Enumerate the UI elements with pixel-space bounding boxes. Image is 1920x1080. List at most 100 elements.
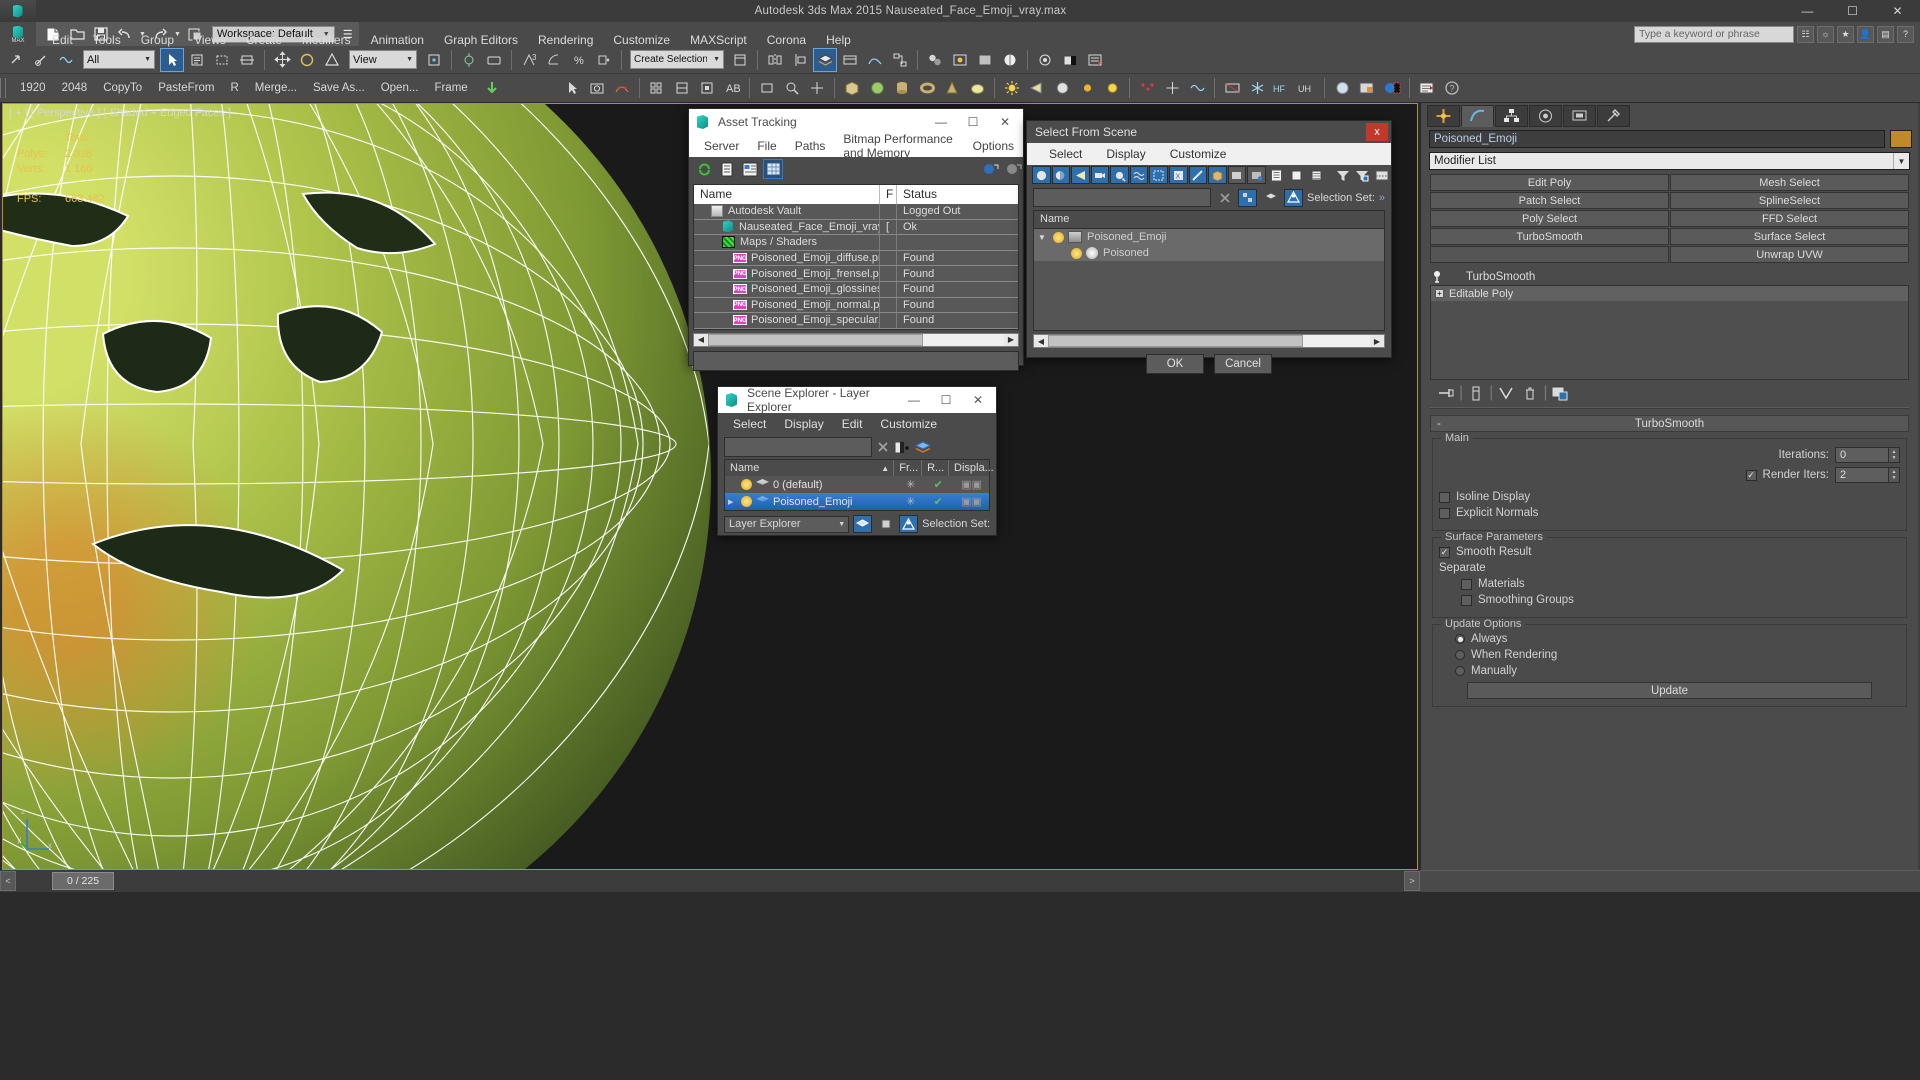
modifier-button-ffd-select[interactable]: FFD Select [1670, 210, 1909, 227]
se-row-frozen[interactable]: ✳ [894, 478, 922, 491]
se-grid-icon[interactable] [876, 515, 895, 533]
asset-table-row[interactable]: PNG Poisoned_Emoji_glossiness.png Found [694, 281, 1018, 298]
menu-modifiers[interactable]: Modifiers [292, 30, 361, 50]
list-view-icon[interactable] [717, 159, 737, 179]
se-row-display[interactable]: ▣▣ [949, 495, 989, 508]
select-and-rotate-icon[interactable] [295, 48, 319, 72]
update-when-rendering-row[interactable]: When Rendering [1455, 649, 1900, 661]
se-table-row[interactable]: 0 (default) ✳ ✔ ▣▣ [725, 476, 989, 493]
check-out-icon[interactable] [980, 159, 1000, 179]
modifier-button-unwrap-uvw[interactable]: Unwrap UVW [1670, 246, 1909, 263]
align-tools-icon[interactable] [670, 76, 694, 100]
display-bones-icon[interactable] [1188, 166, 1208, 184]
display-hidden-icon[interactable] [1247, 166, 1266, 184]
turbosmooth-collapse-icon[interactable]: - [1437, 418, 1441, 430]
sfs-menu-customize[interactable]: Customize [1158, 147, 1239, 161]
mirror-icon[interactable] [763, 48, 787, 72]
tab-motion[interactable] [1529, 105, 1562, 127]
se-layers-icon[interactable] [915, 440, 931, 454]
sfs-selection-set-icon[interactable] [1284, 188, 1303, 207]
stack-expand-icon[interactable]: + [1435, 289, 1444, 298]
se-column-display[interactable]: Displa... [949, 460, 994, 476]
se-row-render[interactable]: ✔ [922, 478, 949, 491]
teapot-primitive-icon[interactable] [965, 76, 989, 100]
se-menu-select[interactable]: Select [724, 417, 775, 431]
help-viewport-icon[interactable]: ? [1440, 76, 1464, 100]
smoothing-groups-checkbox[interactable] [1461, 594, 1472, 606]
asset-table-hscrollbar[interactable]: ◀ ▶ [693, 332, 1019, 347]
strip-open[interactable]: Open... [373, 82, 427, 94]
bind-to-space-warp-icon[interactable] [54, 48, 78, 72]
time-slider-next-button[interactable]: > [1404, 871, 1420, 891]
modifier-list-dropdown[interactable]: Modifier List ▼ [1429, 152, 1910, 170]
display-helpers-icon[interactable] [1110, 166, 1129, 184]
angle-snap-toggle-icon[interactable] [542, 48, 566, 72]
scene-explorer-dialog[interactable]: Scene Explorer - Layer Explorer — ☐ ✕ Se… [717, 386, 997, 536]
strip-merge[interactable]: Merge... [247, 82, 305, 94]
display-lights-icon[interactable] [1071, 166, 1090, 184]
update-manually-row[interactable]: Manually [1455, 665, 1900, 677]
asset-table-row[interactable]: PNG Poisoned_Emoji_frensel.png Found [694, 266, 1018, 282]
filter-funnel-icon[interactable] [1333, 166, 1352, 184]
sfs-column-name[interactable]: Name [1034, 211, 1384, 229]
render-iters-stepper[interactable]: 2 ▲ ▼ [1835, 467, 1900, 483]
viewport-label[interactable]: [ + ] [ Perspective ] [ Shaded + Edged F… [9, 107, 231, 119]
tab-hierarchy[interactable] [1495, 105, 1528, 127]
menu-create[interactable]: Create [236, 30, 292, 50]
modifier-button-surface-select[interactable]: Surface Select [1670, 228, 1909, 245]
space-warp-icon[interactable] [1185, 76, 1209, 100]
sfs-expander-icon[interactable]: ▼ [1038, 233, 1049, 242]
infocenter-icon[interactable]: ☷ [1797, 25, 1814, 43]
object-name-field[interactable]: Poisoned_Emoji [1429, 130, 1885, 148]
render-setup-icon[interactable] [948, 48, 972, 72]
filter-config-icon[interactable] [1353, 166, 1372, 184]
strip-width[interactable]: 1920 [12, 82, 54, 94]
daylight-icon[interactable] [1100, 76, 1124, 100]
update-always-row[interactable]: Always [1455, 633, 1900, 645]
close-button[interactable]: ✕ [1875, 0, 1920, 22]
select-by-name-icon[interactable] [185, 48, 209, 72]
smooth-result-checkbox[interactable]: ✓ [1439, 546, 1450, 558]
explicit-normals-checkbox[interactable] [1439, 507, 1450, 519]
sfs-hscroll-thumb[interactable] [1048, 335, 1303, 347]
torus-primitive-icon[interactable] [915, 76, 939, 100]
hierarchy-list-icon[interactable] [1267, 166, 1286, 184]
display-frozen-icon[interactable] [1227, 166, 1247, 184]
se-menu-customize[interactable]: Customize [871, 417, 946, 431]
column-name[interactable]: Name [694, 185, 880, 204]
hscroll-left-arrow-icon[interactable]: ◀ [694, 333, 708, 346]
se-row-render[interactable]: ✔ [922, 495, 949, 508]
clear-find-icon[interactable] [1215, 189, 1234, 207]
asset-tracking-menu-server[interactable]: Server [695, 139, 748, 153]
menu-animation[interactable]: Animation [361, 30, 434, 50]
menu-views[interactable]: Views [184, 30, 236, 50]
freeze-selection-icon[interactable] [1245, 76, 1269, 100]
asset-tracking-menu-bitmap[interactable]: Bitmap Performance and Memory [834, 132, 963, 160]
se-clear-find-icon[interactable] [877, 441, 889, 453]
asset-tracking-minimize-button[interactable]: — [925, 110, 957, 135]
rendered-frame-window-icon[interactable] [973, 48, 997, 72]
menu-maxscript[interactable]: MAXScript [680, 30, 757, 50]
display-groups-icon[interactable] [1149, 166, 1168, 184]
pan-view-icon[interactable] [805, 76, 829, 100]
tab-create[interactable] [1427, 105, 1460, 127]
object-color-swatch[interactable] [1890, 130, 1912, 148]
sfs-select-subtree-icon[interactable] [1238, 188, 1257, 207]
asset-table-row[interactable]: Nauseated_Face_Emoji_vray.max[Ok [694, 219, 1018, 236]
se-menu-display[interactable]: Display [775, 417, 832, 431]
vray-frame-buffer-icon[interactable] [1058, 48, 1082, 72]
select-object-icon-2[interactable] [560, 76, 584, 100]
asset-tracking-maximize-button[interactable]: ☐ [957, 110, 989, 135]
maximize-button[interactable]: ☐ [1830, 0, 1875, 22]
render-iters-spinner-arrows-icon[interactable]: ▲ ▼ [1889, 467, 1900, 483]
menu-corona[interactable]: Corona [757, 30, 816, 50]
array-icon[interactable] [645, 76, 669, 100]
display-xrefs-icon[interactable]: X [1168, 166, 1188, 184]
se-menu-edit[interactable]: Edit [833, 417, 872, 431]
sfs-hscroll-left-icon[interactable]: ◀ [1034, 335, 1048, 347]
se-light-bulb-icon[interactable] [741, 496, 752, 507]
snapshot-icon[interactable] [585, 76, 609, 100]
se-column-name[interactable]: Name ▲ [725, 460, 895, 476]
tab-display[interactable] [1563, 105, 1596, 127]
named-selection-set-combo[interactable]: Create Selection Set ▼ [630, 50, 724, 69]
